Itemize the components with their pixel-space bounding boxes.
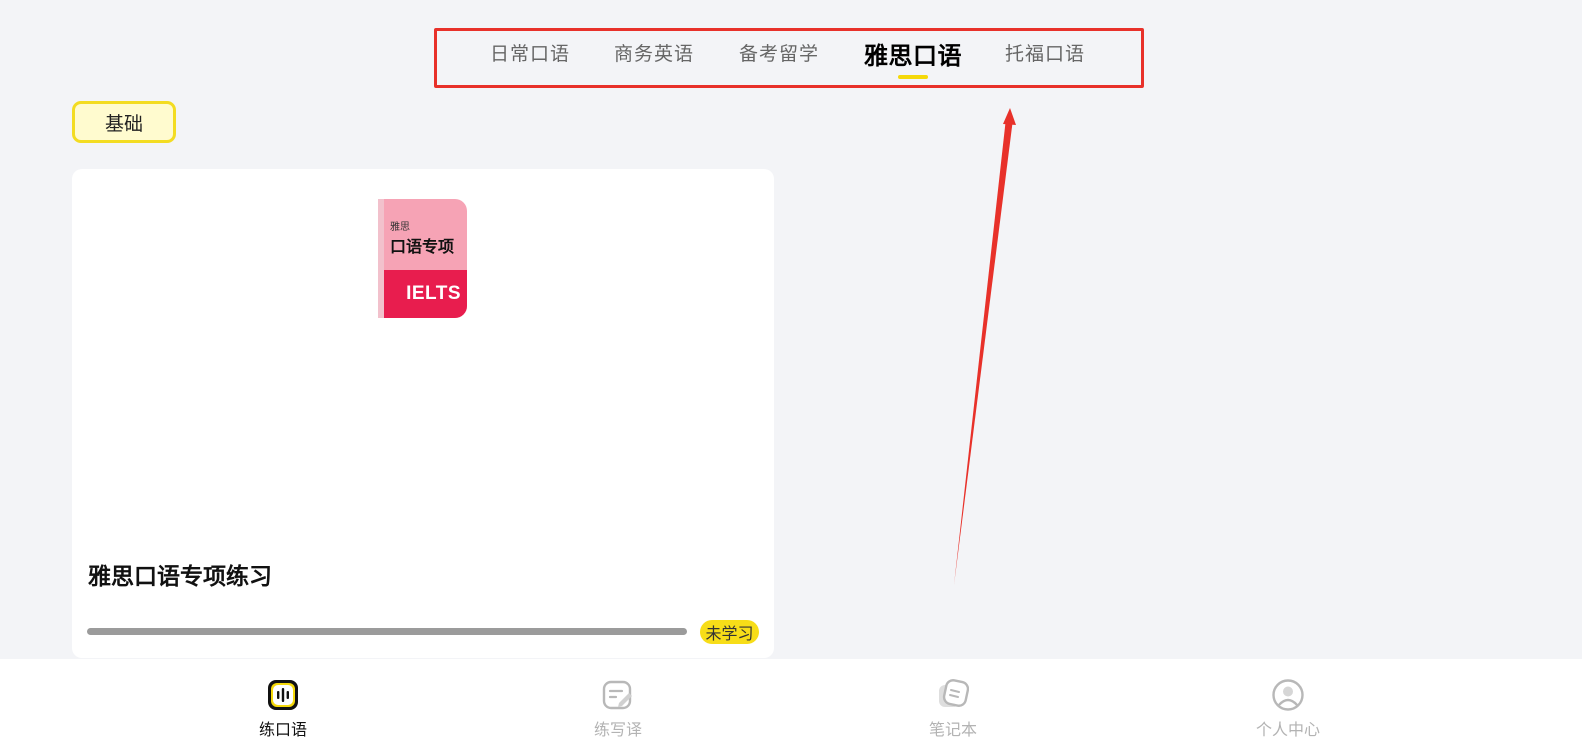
nav-item-profile[interactable]: 个人中心 — [1218, 659, 1358, 746]
cover-title: 口语专项 — [390, 237, 455, 256]
course-progress-bar — [87, 628, 687, 635]
nav-item-speaking[interactable]: 练口语 — [213, 659, 353, 746]
nav-item-notebook[interactable]: 笔记本 — [883, 659, 1023, 746]
level-filter-chip[interactable]: 基础 — [72, 101, 176, 143]
status-badge: 未学习 — [700, 620, 759, 644]
bottom-nav: 练口语 练写译 笔记本 个人中心 — [0, 659, 1582, 746]
status-label: 未学习 — [705, 624, 754, 643]
nav-label-notebook: 笔记本 — [928, 720, 977, 739]
nav-label-speaking: 练口语 — [258, 720, 307, 739]
course-title: 雅思口语专项练习 — [88, 564, 272, 590]
nav-item-writing[interactable]: 练写译 — [548, 659, 688, 746]
write-icon — [602, 680, 632, 710]
notebook-icon — [939, 679, 969, 707]
course-card[interactable]: 雅思 口语专项 IELTS 雅思口语专项练习 未学习 — [72, 169, 774, 658]
profile-icon — [1272, 679, 1304, 711]
speak-icon — [268, 680, 298, 710]
nav-label-writing: 练写译 — [593, 720, 642, 739]
cover-brand: IELTS — [406, 283, 461, 304]
course-cover-image: 雅思 口语专项 IELTS — [378, 199, 467, 318]
level-filter-label: 基础 — [104, 112, 143, 135]
cover-subtitle: 雅思 — [390, 222, 410, 233]
nav-label-profile: 个人中心 — [1255, 720, 1320, 739]
